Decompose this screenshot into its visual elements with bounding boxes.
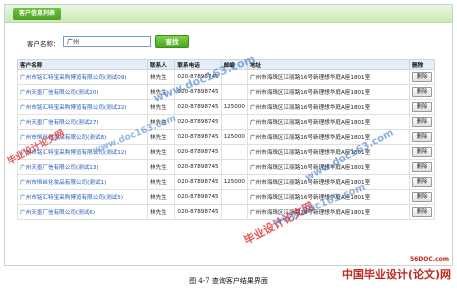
cell-phone: 020-87898745 — [174, 99, 222, 115]
delete-button[interactable]: 删除 — [411, 102, 432, 112]
cell-delete: 删除 — [408, 174, 436, 190]
cell-phone: 020-87898745 — [174, 174, 222, 190]
site-url-watermark: 56DOC.com — [409, 256, 449, 263]
cell-phone: 020-87898745 — [174, 204, 222, 220]
cell-contact: 林先生 — [147, 129, 176, 145]
customer-name-input[interactable] — [63, 36, 151, 47]
cell-postcode: 125000 — [220, 129, 248, 145]
cell-delete: 删除 — [408, 69, 436, 85]
delete-button[interactable]: 删除 — [411, 147, 432, 157]
delete-button[interactable]: 删除 — [411, 87, 432, 97]
column-header-name: 客户名称 — [16, 59, 149, 70]
cell-postcode — [220, 114, 248, 130]
table-row: 广州市恒丝化妆品有限公司(测试8) 林先生 020-87898745 125000 广州… — [16, 129, 436, 145]
cell-postcode: 125000 — [220, 99, 248, 115]
delete-button[interactable]: 删除 — [411, 117, 432, 127]
table-row: 广州天墨厂信有限公司(测试27) 林先生 020-87898745 广州市海珠区江丽路… — [16, 114, 436, 130]
cell-address: 广州市海珠区江丽路16号新理想华庭A座1801室 — [246, 204, 410, 220]
panel-header: 客户信息列表 — [5, 5, 452, 23]
cell-customer-name[interactable]: 广州天墨厂信有限公司(测试20) — [16, 84, 149, 100]
figure-caption: 图 4-7 查询客户结果界面 — [189, 277, 268, 285]
cell-address: 广州市海珠区江丽路16号新理想华庭A座1801室 — [246, 84, 410, 100]
content-panel: 客户信息列表 客户名称： 查找 客户名称 联系人 联系电话 邮编 地址 删除 广… — [4, 4, 453, 266]
cell-contact: 林先生 — [147, 144, 176, 160]
search-label: 客户名称： — [27, 40, 60, 48]
cell-phone: 020-87898745 — [174, 144, 222, 160]
cell-contact: 林先生 — [147, 84, 176, 100]
delete-button[interactable]: 删除 — [411, 162, 432, 172]
cell-contact: 林先生 — [147, 204, 176, 220]
cell-contact: 林先生 — [147, 99, 176, 115]
delete-button[interactable]: 删除 — [411, 132, 432, 142]
cell-phone: 020-87898745 — [174, 84, 222, 100]
search-button[interactable]: 查找 — [155, 35, 189, 48]
cell-customer-name[interactable]: 广州市铭汇特宝采购博览有限公司(测试5) — [16, 189, 149, 205]
cell-postcode — [220, 144, 248, 160]
column-header-postcode: 邮编 — [220, 59, 248, 70]
cell-delete: 删除 — [408, 99, 436, 115]
cell-contact: 林先生 — [147, 69, 176, 85]
table-body: 广州市铭汇特宝采购博览有限公司(测试09) 林先生 020-87898745 广州市海… — [16, 69, 436, 220]
cell-address: 广州市海珠区江丽路16号新理想华庭A座1801室 — [246, 189, 410, 205]
cell-delete: 删除 — [408, 114, 436, 130]
customer-table: 客户名称 联系人 联系电话 邮编 地址 删除 广州市铭汇特宝采购博览有限公司(测… — [16, 59, 436, 220]
cell-delete: 删除 — [408, 159, 436, 175]
cell-contact: 林先生 — [147, 114, 176, 130]
cell-phone: 020-87898745 — [174, 114, 222, 130]
table-row: 广州市恒丝化妆品有限公司(测试1) 林先生 020-87898745 125000 广州… — [16, 174, 436, 190]
delete-button[interactable]: 删除 — [411, 192, 432, 202]
cell-delete: 删除 — [408, 129, 436, 145]
cell-phone: 020-87898745 — [174, 129, 222, 145]
table-row: 广州市铭汇特宝采购博览有限公司(测试09) 林先生 020-87898745 广州市海… — [16, 69, 436, 85]
search-bar: 客户名称： 查找 — [5, 35, 452, 49]
cell-postcode — [220, 69, 248, 85]
table-row: 广州天墨厂信有限公司(测试13) 林先生 020-87898745 广州市海珠区江丽路… — [16, 159, 436, 175]
cell-postcode — [220, 159, 248, 175]
cell-delete: 删除 — [408, 204, 436, 220]
cell-postcode — [220, 204, 248, 220]
cell-customer-name[interactable]: 广州天墨厂信有限公司(测试13) — [16, 159, 149, 175]
cell-address: 广州市海珠区江丽路16号新理想华庭A座1801室 — [246, 174, 410, 190]
table-header-row: 客户名称 联系人 联系电话 邮编 地址 删除 — [16, 59, 436, 70]
cell-contact: 林先生 — [147, 189, 176, 205]
column-header-contact: 联系人 — [147, 59, 176, 70]
cell-customer-name[interactable]: 广州市铭汇特宝采购博览有限公司(测试09) — [16, 69, 149, 85]
column-header-delete: 删除 — [408, 59, 436, 70]
cell-phone: 020-87898745 — [174, 69, 222, 85]
cell-address: 广州市海珠区江丽路16号新理想华庭A座1801室 — [246, 144, 410, 160]
cell-customer-name[interactable]: 广州天墨厂信有限公司(测试27) — [16, 114, 149, 130]
cell-phone: 020-87898745 — [174, 159, 222, 175]
panel-title: 客户信息列表 — [13, 8, 62, 20]
table-row: 广州市铭汇特宝采购博览有限公司(测试12) 林先生 020-87898745 广州市海… — [16, 144, 436, 160]
cell-customer-name[interactable]: 广州市恒丝化妆品有限公司(测试1) — [16, 174, 149, 190]
cell-address: 广州市海珠区江丽路16号新理想华庭A座1801室 — [246, 69, 410, 85]
column-header-phone: 联系电话 — [174, 59, 222, 70]
delete-button[interactable]: 删除 — [411, 177, 432, 187]
cell-customer-name[interactable]: 广州市铭汇特宝采购博览有限公司(测试22) — [16, 99, 149, 115]
cell-customer-name[interactable]: 广州市铭汇特宝采购博览有限公司(测试12) — [16, 144, 149, 160]
cell-address: 广州市海珠区江丽路16号新理想华庭A座1801室 — [246, 159, 410, 175]
cell-postcode — [220, 189, 248, 205]
table-row: 广州市铭汇特宝采购博览有限公司(测试22) 林先生 020-87898745 1250… — [16, 99, 436, 115]
cell-address: 广州市海珠区江丽路16号新理想华庭A座1801室 — [246, 129, 410, 145]
cell-address: 广州市海珠区江丽路16号新理想华庭A座1801室 — [246, 114, 410, 130]
cell-customer-name[interactable]: 广州市恒丝化妆品有限公司(测试8) — [16, 129, 149, 145]
cell-delete: 删除 — [408, 189, 436, 205]
cell-contact: 林先生 — [147, 159, 176, 175]
cell-customer-name[interactable]: 广州天墨厂信有限公司(测试6) — [16, 204, 149, 220]
cell-delete: 删除 — [408, 84, 436, 100]
table-row: 广州市铭汇特宝采购博览有限公司(测试5) 林先生 020-87898745 广州市海珠… — [16, 189, 436, 205]
delete-button[interactable]: 删除 — [411, 207, 432, 217]
delete-button[interactable]: 删除 — [411, 72, 432, 82]
cell-phone: 020-87898745 — [174, 189, 222, 205]
cell-delete: 删除 — [408, 144, 436, 160]
cell-contact: 林先生 — [147, 174, 176, 190]
table-row: 广州天墨厂信有限公司(测试20) 林先生 020-87898745 广州市海珠区江丽路… — [16, 84, 436, 100]
table-row: 广州天墨厂信有限公司(测试6) 林先生 020-87898745 广州市海珠区江丽路1… — [16, 204, 436, 220]
cell-postcode — [220, 84, 248, 100]
cell-address: 广州市海珠区江丽路16号新理想华庭A座1801室 — [246, 99, 410, 115]
cell-postcode: 125000 — [220, 174, 248, 190]
column-header-address: 地址 — [246, 59, 410, 70]
